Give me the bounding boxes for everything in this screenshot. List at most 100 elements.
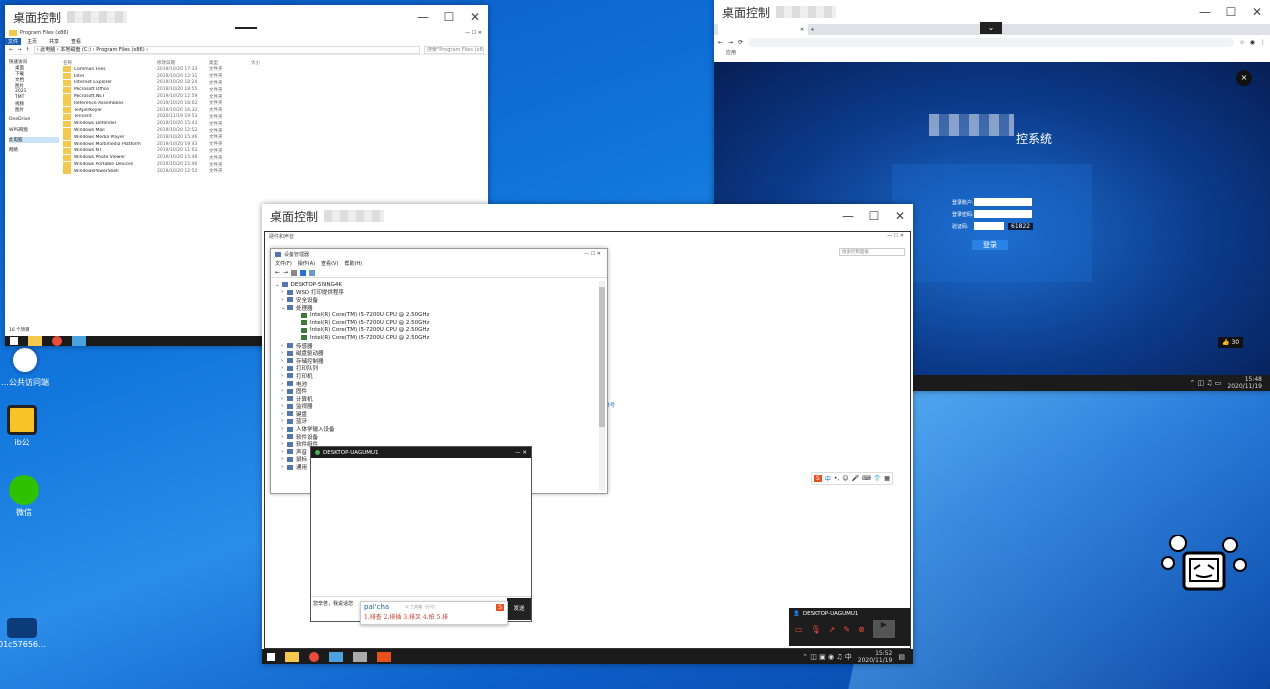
table-row[interactable]: Windows Multimedia Platform 2019/10/20 19…	[63, 141, 363, 148]
chat-window[interactable]: DESKTOP-UAGUMU1 — ✕ 您辛苦，我说话您 发送	[310, 446, 532, 622]
tree-item[interactable]: Intel(R) Core(TM) i5-7200U CPU @ 2.50GHz	[275, 334, 595, 342]
desktop-icon-office[interactable]: ib公	[0, 405, 52, 448]
file-explorer-icon[interactable]	[28, 336, 42, 346]
cp-window-buttons[interactable]: — ☐ ✕	[887, 233, 910, 239]
file-explorer-icon[interactable]	[285, 651, 299, 662]
tree-item[interactable]: › 打印机	[275, 372, 595, 380]
tree-item[interactable]: › 人体学输入设备	[275, 425, 595, 433]
ribbon-tab-file[interactable]: 文件	[5, 37, 22, 45]
cp-search-box[interactable]: 搜索控制面板	[839, 248, 905, 256]
start-icon[interactable]	[10, 337, 18, 345]
toolbox-icon[interactable]: ▦	[884, 475, 890, 482]
minimize-icon[interactable]: —	[1192, 0, 1218, 24]
tree-item[interactable]: › 安全设备	[275, 296, 595, 304]
close-icon[interactable]: ✕	[1244, 0, 1270, 24]
account-icon[interactable]: ◉	[1250, 39, 1255, 46]
menu-view[interactable]: 查看(V)	[321, 260, 338, 267]
scan-icon[interactable]	[309, 269, 316, 276]
menu-action[interactable]: 操作(A)	[298, 260, 315, 267]
ribbon-tab-home[interactable]: 主页	[21, 38, 43, 45]
tree-item[interactable]: › WSD 打印提供程序	[275, 289, 595, 296]
table-row[interactable]: Internet Explorer 2019/10/20 18:24 文件夹	[63, 79, 363, 87]
login-button[interactable]: 登录	[972, 240, 1008, 250]
up-arrow-icon[interactable]: ↑	[25, 47, 29, 53]
tree-item[interactable]: › 计算机	[275, 395, 595, 403]
emoji-icon[interactable]: ☺	[842, 475, 848, 482]
captcha-input[interactable]	[974, 222, 1004, 230]
search-box[interactable]: 搜索"Program Files (x86)"	[424, 45, 484, 54]
nav-item[interactable]: WPS网盘	[9, 127, 59, 133]
tray-icons[interactable]: ⌃ ◫ ▣ ◉ ♫ 中	[802, 652, 852, 662]
captcha-image[interactable]: 61822	[1008, 222, 1034, 230]
table-row[interactable]: Microsoft.NET 2019/10/20 12:59 文件夹	[63, 93, 363, 100]
forward-arrow-icon[interactable]: →	[17, 47, 21, 53]
ime-candidates[interactable]: 1.排查 2.排插 3.排叉 4.拍 5.排	[361, 612, 507, 624]
share-screen-icon[interactable]: ▶	[872, 620, 895, 638]
tree-item[interactable]: › 监视器	[275, 403, 595, 410]
address-bar[interactable]: › 此电脑 › 本地磁盘 (C:) › Program Files (x86) …	[33, 45, 420, 54]
tree-item[interactable]: › 存储控制器	[275, 357, 595, 365]
mail-icon[interactable]	[329, 651, 343, 662]
table-row[interactable]: Reference Assemblies 2019/10/20 18:02 文件夹	[63, 100, 363, 107]
stop-icon[interactable]: ⊗	[858, 625, 865, 634]
collapse-toolbar-button[interactable]: ⌄	[980, 22, 1002, 34]
close-icon[interactable]: ✕	[462, 5, 488, 29]
tree-item[interactable]: Intel(R) Core(TM) i5-7200U CPU @ 2.50GHz	[275, 327, 595, 335]
maximize-icon[interactable]: ☐	[1218, 0, 1244, 24]
table-row[interactable]: Windows Portable Devices 2019/10/20 15:46…	[63, 161, 363, 168]
tree-item[interactable]: Intel(R) Core(TM) i5-7200U CPU @ 2.50GHz	[275, 319, 595, 327]
notification-icon[interactable]: ▤	[898, 653, 905, 661]
sogou-icon[interactable]: S	[814, 475, 822, 482]
tray-icons[interactable]: ⌃ ◫ ♫ ▭	[1189, 379, 1221, 387]
column-date[interactable]: 修改日期	[157, 60, 209, 66]
table-row[interactable]: Microsoft Office 2019/10/20 18:55 文件夹	[63, 86, 363, 93]
chrome-icon[interactable]	[309, 651, 319, 662]
browser-tab[interactable]	[718, 24, 808, 35]
bookmark-apps[interactable]: 应用	[726, 50, 736, 56]
table-row[interactable]: Windows Photo Viewer 2019/10/20 15:46 文件夹	[63, 154, 363, 161]
mic-icon[interactable]: 🎤	[852, 475, 859, 482]
ribbon-tab-view[interactable]: 查看	[65, 38, 87, 45]
reload-icon[interactable]: ⟳	[738, 39, 743, 46]
back-arrow-icon[interactable]: ←	[718, 39, 723, 46]
table-row[interactable]: Common Files 2019/10/20 17:33 文件夹	[63, 66, 363, 73]
address-bar[interactable]	[748, 37, 1235, 47]
back-arrow-icon[interactable]: ←	[9, 47, 13, 53]
remote-app-icon[interactable]	[377, 651, 391, 662]
back-arrow-icon[interactable]: ←	[275, 269, 280, 276]
menu-icon[interactable]: ⋮	[1260, 39, 1270, 46]
table-row[interactable]: Windows Mail 2019/10/20 12:52 文件夹	[63, 127, 363, 134]
ime-toolbar[interactable]: S 中 •, ☺ 🎤 ⌨ 👕 ▦	[811, 472, 893, 485]
star-icon[interactable]: ☆	[1239, 39, 1244, 46]
column-type[interactable]: 类型	[209, 60, 251, 66]
new-tab-icon[interactable]: +	[810, 27, 814, 33]
ribbon-tab-share[interactable]: 共享	[43, 38, 65, 45]
start-icon[interactable]	[267, 652, 275, 661]
desktop-icon-file[interactable]: 01c57656…	[0, 618, 52, 649]
table-row[interactable]: Intel 2019/10/20 12:31 文件夹	[63, 73, 363, 80]
remote-window-device-manager[interactable]: 桌面控制 — ☐ ✕ ⌄ 硬件和声音 — ☐ ✕ 搜索控制面板 录号 设备管理器…	[262, 204, 913, 664]
close-overlay-icon[interactable]: ×	[1236, 70, 1252, 86]
skin-icon[interactable]: 👕	[874, 475, 881, 482]
tree-item[interactable]: › 打印队列	[275, 365, 595, 372]
explorer-window-buttons[interactable]: — ☐ ✕	[465, 30, 488, 36]
minimize-icon[interactable]: —	[835, 204, 861, 228]
tree-item[interactable]: ⌄ 处理器	[275, 304, 595, 312]
ime-chinese-icon[interactable]: 中	[825, 474, 831, 483]
table-row[interactable]: Windows Media Player 2019/10/20 15:46 文件夹	[63, 134, 363, 141]
remote-titlebar[interactable]: 桌面控制 — ☐ ✕	[714, 0, 1270, 24]
menu-file[interactable]: 文件(F)	[275, 260, 292, 267]
sogou-icon[interactable]: S	[496, 603, 504, 611]
remote-titlebar[interactable]: 桌面控制 — ☐ ✕	[5, 5, 488, 29]
nav-item[interactable]: 网络	[9, 147, 59, 153]
username-input[interactable]	[974, 198, 1032, 206]
properties-icon[interactable]	[291, 269, 298, 276]
desktop-icon-wechat[interactable]: 微信	[0, 475, 54, 518]
maximize-icon[interactable]: ☐	[436, 5, 462, 29]
forward-arrow-icon[interactable]: →	[283, 269, 288, 276]
nav-item[interactable]: 图片	[9, 107, 59, 113]
chrome-icon[interactable]	[52, 336, 62, 346]
app-icon[interactable]	[353, 651, 367, 662]
minimize-icon[interactable]: —	[410, 5, 436, 29]
tree-item[interactable]: › 键盘	[275, 410, 595, 418]
